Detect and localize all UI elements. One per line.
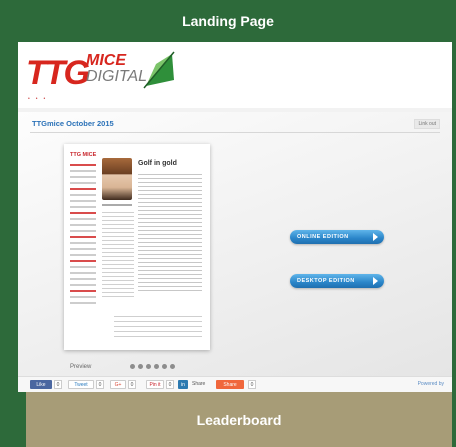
viewer-title: TTGmice October 2015 bbox=[32, 119, 114, 128]
online-edition-button[interactable]: ONLINE EDITION bbox=[290, 230, 384, 244]
pinterest-button[interactable]: Pin it bbox=[146, 380, 164, 389]
preview-label: Preview bbox=[70, 364, 92, 370]
preview-page-dot[interactable] bbox=[146, 364, 151, 369]
doc-body-text-left bbox=[102, 212, 134, 300]
doc-footer-box bbox=[114, 316, 202, 338]
preview-page-dot[interactable] bbox=[170, 364, 175, 369]
share-count: 0 bbox=[248, 380, 256, 389]
doc-body-text bbox=[138, 174, 202, 294]
facebook-like-button[interactable]: Like bbox=[30, 380, 52, 389]
page-header: Landing Page bbox=[0, 0, 456, 42]
header-title: Landing Page bbox=[182, 13, 274, 29]
publication-viewer: TTGmice October 2015 Link out TTG MICE G… bbox=[18, 112, 452, 392]
google-plus-button[interactable]: G+ bbox=[110, 380, 126, 389]
doc-logo: TTG MICE bbox=[70, 152, 97, 158]
share-bar: Like 0 Tweet 0 G+ 0 Pin it 0 in Share Sh… bbox=[18, 376, 452, 392]
doc-photo-caption bbox=[102, 204, 132, 206]
doc-portrait-photo bbox=[102, 158, 132, 200]
powered-by-link[interactable]: Powered by bbox=[418, 381, 444, 387]
desktop-edition-label: DESKTOP EDITION bbox=[297, 278, 355, 284]
doc-sidebar-column bbox=[70, 164, 96, 308]
preview-page-dot[interactable] bbox=[154, 364, 159, 369]
gplus-count: 0 bbox=[128, 380, 136, 389]
share-button[interactable]: Share bbox=[216, 380, 244, 389]
logo-flag-icon bbox=[143, 51, 175, 89]
viewer-top-link[interactable]: Link out bbox=[414, 119, 440, 129]
desktop-edition-button[interactable]: DESKTOP EDITION bbox=[290, 274, 384, 288]
logo-ttg-text: TTG bbox=[26, 54, 90, 92]
play-arrow-icon bbox=[373, 277, 378, 285]
leaderboard-banner: Leaderboard bbox=[26, 392, 452, 447]
preview-page-dot[interactable] bbox=[138, 364, 143, 369]
online-edition-label: ONLINE EDITION bbox=[297, 234, 349, 240]
preview-page-dot[interactable] bbox=[162, 364, 167, 369]
preview-page-dot[interactable] bbox=[130, 364, 135, 369]
logo-dots-decoration: ••• bbox=[28, 96, 52, 102]
linkedin-share-label: Share bbox=[192, 381, 206, 387]
tweet-button[interactable]: Tweet bbox=[68, 380, 94, 389]
logo-area: TTG MICE DIGITAL ••• bbox=[18, 42, 452, 108]
landing-panel: TTG MICE DIGITAL ••• TTGmice October 201… bbox=[18, 42, 452, 392]
pin-count: 0 bbox=[166, 380, 174, 389]
preview-pagination[interactable] bbox=[130, 364, 175, 369]
linkedin-button[interactable]: in bbox=[178, 380, 188, 389]
doc-headline: Golf in gold bbox=[138, 160, 177, 167]
logo-digital-text: DIGITAL bbox=[86, 68, 148, 85]
play-arrow-icon bbox=[373, 233, 378, 241]
tweet-count: 0 bbox=[96, 380, 104, 389]
viewer-divider bbox=[30, 132, 440, 133]
magazine-page-thumbnail[interactable]: TTG MICE Golf in gold bbox=[64, 144, 210, 350]
like-count: 0 bbox=[54, 380, 62, 389]
leaderboard-title: Leaderboard bbox=[196, 411, 282, 428]
